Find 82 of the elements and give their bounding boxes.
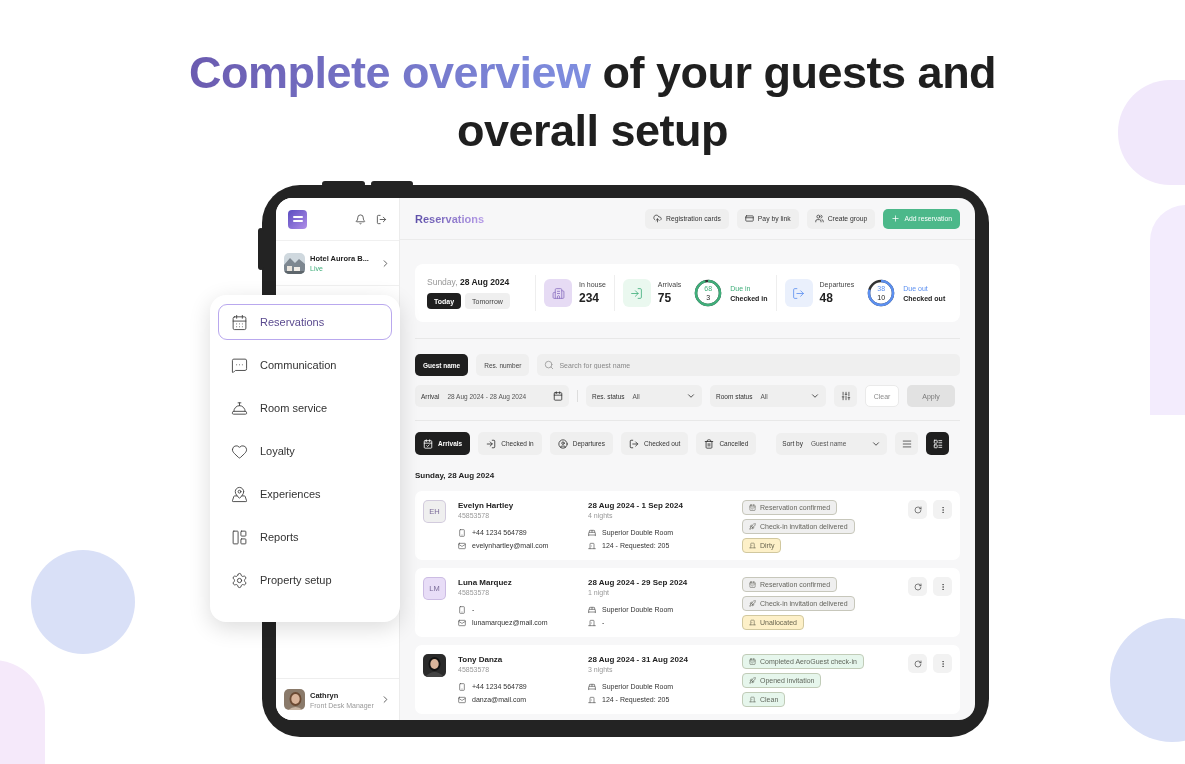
phone-icon <box>458 528 466 537</box>
bed-icon <box>588 528 596 537</box>
bell-icon[interactable] <box>355 213 366 225</box>
menu-item[interactable]: Reservations <box>218 304 392 340</box>
menu-item[interactable]: Experiences <box>218 476 392 512</box>
door-icon <box>749 696 756 703</box>
guest-name: Luna Marquez <box>458 577 513 588</box>
refresh-icon <box>913 505 922 514</box>
building-icon <box>551 286 565 300</box>
date-heading: Sunday, 28 Aug 2024 <box>415 471 496 480</box>
stat-value: 234 <box>579 291 601 305</box>
list-icon <box>901 438 912 449</box>
menu-item[interactable]: Communication <box>218 347 392 383</box>
heart-icon <box>231 442 248 460</box>
refresh-button[interactable] <box>908 577 927 596</box>
menu-item[interactable]: Room service <box>218 390 392 426</box>
door-out-icon <box>628 438 639 449</box>
settings-icon <box>231 571 248 589</box>
list-view-icon <box>932 438 943 449</box>
calendar-check-icon <box>749 658 756 665</box>
stay-dates: 28 Aug 2024 - 31 Aug 2024 <box>588 654 689 665</box>
rocket-icon <box>749 600 756 607</box>
menu-item[interactable]: Loyalty <box>218 433 392 469</box>
view-toggle-button[interactable] <box>926 432 950 455</box>
guest-name: Tony Danza <box>458 654 504 665</box>
calendar-icon <box>553 391 563 401</box>
plus-icon <box>891 214 901 223</box>
mail-icon <box>458 541 466 550</box>
door-out-icon <box>792 286 806 300</box>
refresh-icon <box>913 582 922 591</box>
guest-name: Evelyn Hartley <box>458 500 515 511</box>
door-icon <box>588 618 596 627</box>
service-bell-icon <box>231 399 248 417</box>
stat-value: 48 <box>819 291 834 305</box>
mail-icon <box>458 618 466 627</box>
calendar-icon <box>231 313 248 331</box>
sliders-icon <box>840 391 851 401</box>
chevron-down-icon <box>810 391 820 401</box>
headline: Complete overview of your guests and overall setup <box>188 46 997 158</box>
calendar-check-icon <box>749 581 756 588</box>
map-pin-icon <box>231 485 248 503</box>
cloud-upload-icon <box>653 214 663 223</box>
filter-settings-button[interactable] <box>834 385 857 407</box>
stay-dates: 28 Aug 2024 - 29 Sep 2024 <box>588 577 689 588</box>
door-in-icon <box>486 438 497 449</box>
page-title: Reservations <box>415 212 485 225</box>
more-button[interactable] <box>933 654 952 673</box>
bed-icon <box>588 682 596 691</box>
stay-dates: 28 Aug 2024 - 1 Sep 2024 <box>588 500 684 511</box>
search-icon <box>544 360 555 370</box>
logout-icon[interactable] <box>376 213 387 225</box>
more-button[interactable] <box>933 500 952 519</box>
refresh-button[interactable] <box>908 500 927 519</box>
rocket-icon <box>749 677 756 684</box>
door-icon <box>588 541 596 550</box>
logo-icon <box>288 209 307 229</box>
menu-item[interactable]: Property setup <box>218 562 392 598</box>
door-icon <box>749 619 756 626</box>
calendar-check-icon <box>749 504 756 511</box>
more-button[interactable] <box>933 577 952 596</box>
rocket-icon <box>749 523 756 530</box>
view-toggle-button[interactable] <box>895 432 919 455</box>
stat-value: 75 <box>657 291 673 305</box>
door-in-icon <box>630 286 644 300</box>
door-icon <box>588 695 596 704</box>
card-icon <box>744 214 754 223</box>
trash-icon <box>704 438 715 449</box>
menu-item[interactable]: Reports <box>218 519 392 555</box>
user-circle-icon <box>557 438 568 449</box>
summary-date: Sunday, 28 Aug 2024 <box>427 277 511 287</box>
panels-icon <box>231 528 248 546</box>
chevron-down-icon <box>686 391 696 401</box>
door-icon <box>749 542 756 549</box>
calendar-check-icon <box>423 438 433 449</box>
people-icon <box>814 214 824 223</box>
bed-icon <box>588 605 596 614</box>
phone-icon <box>458 682 466 691</box>
mail-icon <box>458 695 466 704</box>
phone-icon <box>458 605 466 614</box>
chat-bubble-icon <box>231 356 248 374</box>
refresh-button[interactable] <box>908 654 927 673</box>
refresh-icon <box>913 659 922 668</box>
